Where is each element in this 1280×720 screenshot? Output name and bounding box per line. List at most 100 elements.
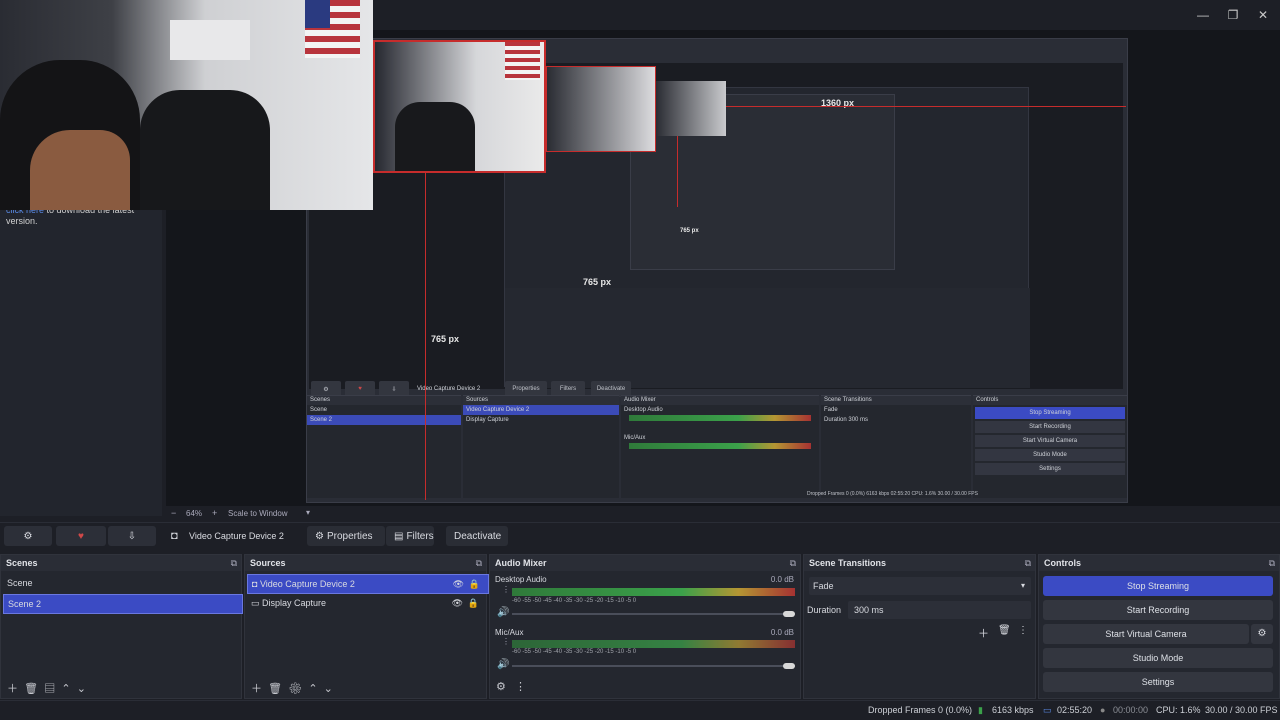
dropped-frames: Dropped Frames 0 (0.0%) bbox=[868, 705, 973, 715]
popout-icon[interactable]: ⧉ bbox=[476, 555, 482, 571]
kebab-icon[interactable]: ⋮ bbox=[502, 637, 510, 646]
properties-button[interactable]: ⚙ Properties bbox=[307, 526, 385, 546]
filter-icon: ▤ bbox=[394, 530, 404, 542]
controls-title: Controls bbox=[1039, 555, 1279, 571]
stream-time: 02:55:20 bbox=[1057, 705, 1093, 715]
source-item-display-capture[interactable]: ▭ Display Capture 👁 🔒 bbox=[247, 594, 487, 612]
down-icon[interactable]: ⌄ bbox=[324, 683, 333, 695]
duration-input[interactable]: 300 ms bbox=[848, 601, 1031, 619]
webcam-overlay bbox=[0, 0, 373, 210]
scene-item[interactable]: Scene bbox=[3, 574, 241, 592]
trash-icon[interactable]: 🗑 bbox=[998, 625, 1011, 636]
deactivate-label: Deactivate bbox=[454, 530, 502, 542]
source-label: Video Capture Device 2 bbox=[259, 579, 355, 589]
webcam-thumbnail-3 bbox=[656, 81, 726, 136]
scale-dropdown-icon[interactable]: ▾ bbox=[306, 508, 310, 517]
popout-icon[interactable]: ⧉ bbox=[231, 555, 237, 571]
up-icon[interactable]: ⌃ bbox=[308, 683, 317, 695]
down-icon[interactable]: ⌄ bbox=[77, 683, 86, 695]
cpu-usage: CPU: 1.6% bbox=[1156, 705, 1201, 715]
zoom-out-button[interactable]: − bbox=[171, 508, 176, 518]
nested-sources-dock: Sources Video Capture Device 2 Display C… bbox=[463, 395, 619, 498]
lock-icon[interactable]: 🔒 bbox=[469, 575, 480, 593]
zoom-level: 64% bbox=[186, 509, 203, 518]
kebab-icon[interactable]: ⋮ bbox=[515, 681, 526, 693]
channel-db: 0.0 dB bbox=[770, 628, 794, 637]
duration-label: Duration bbox=[807, 605, 842, 615]
volume-slider-knob[interactable] bbox=[783, 663, 795, 669]
speaker-icon[interactable]: 🔊 bbox=[497, 659, 509, 670]
start-recording-button[interactable]: Start Recording bbox=[1043, 600, 1273, 620]
deactivate-button[interactable]: Deactivate bbox=[446, 526, 508, 546]
speaker-icon[interactable]: 🔊 bbox=[497, 607, 509, 618]
nested-px-label-left: 765 px bbox=[431, 334, 460, 344]
eye-icon[interactable]: 👁 bbox=[452, 594, 463, 612]
webcam-thumbnail-2 bbox=[546, 66, 656, 152]
meter-ticks: -60 -55 -50 -45 -40 -35 -30 -25 -20 -15 … bbox=[512, 598, 637, 604]
add-icon[interactable]: ＋ bbox=[251, 683, 262, 695]
chevron-down-icon: ▾ bbox=[1020, 581, 1025, 590]
add-icon[interactable]: ＋ bbox=[978, 625, 989, 641]
volume-meter bbox=[512, 588, 795, 596]
start-virtual-camera-button[interactable]: Start Virtual Camera bbox=[1043, 624, 1249, 644]
gear-button[interactable]: ⚙ bbox=[4, 526, 52, 546]
eye-icon[interactable]: 👁 bbox=[453, 575, 464, 593]
camera-icon: ◘ bbox=[252, 579, 258, 589]
rec-time: 00:00:00 bbox=[1113, 705, 1149, 715]
nested-mixer-dock: Audio Mixer Desktop Audio Mic/Aux bbox=[621, 395, 819, 498]
sources-title: Sources bbox=[245, 555, 486, 571]
up-icon[interactable]: ⌃ bbox=[61, 683, 70, 695]
nested-transitions-dock: Scene Transitions Fade Duration 300 ms bbox=[821, 395, 971, 498]
trash-icon[interactable]: 🗑 bbox=[268, 683, 282, 695]
lock-icon[interactable]: 🔒 bbox=[468, 594, 479, 612]
maximize-icon[interactable]: ❐ bbox=[1216, 0, 1250, 30]
scale-to-window[interactable]: Scale to Window bbox=[228, 509, 288, 518]
gear-icon[interactable]: ⚙ bbox=[288, 683, 302, 695]
add-icon[interactable]: ＋ bbox=[7, 683, 18, 695]
gear-icon: ⚙ bbox=[1257, 628, 1267, 639]
gear-small-icon: ⚙ bbox=[315, 530, 324, 542]
transition-select[interactable]: Fade ▾ bbox=[809, 577, 1031, 595]
close-icon[interactable]: ✕ bbox=[1246, 0, 1280, 30]
transitions-title: Scene Transitions bbox=[804, 555, 1035, 571]
stop-streaming-button[interactable]: Stop Streaming bbox=[1043, 576, 1273, 596]
heart-button[interactable]: ♥ bbox=[56, 526, 106, 546]
controls-dock: Controls ⧉ Stop Streaming Start Recordin… bbox=[1038, 554, 1280, 699]
zoom-in-button[interactable]: + bbox=[212, 508, 217, 518]
filters-label: Filters bbox=[406, 530, 434, 542]
source-name-label: Video Capture Device 2 bbox=[189, 531, 284, 541]
kebab-icon[interactable]: ⋮ bbox=[1018, 625, 1028, 636]
nested-scenes-dock: Scenes Scene Scene 2 bbox=[307, 395, 461, 498]
volume-slider[interactable] bbox=[512, 665, 795, 667]
filter-icon[interactable]: ▤ bbox=[44, 683, 55, 695]
nested-px-label-inner2: 765 px bbox=[680, 228, 699, 234]
volume-slider-knob[interactable] bbox=[783, 611, 795, 617]
minimize-icon[interactable]: — bbox=[1186, 0, 1220, 30]
scene-item-selected[interactable]: Scene 2 bbox=[3, 594, 243, 614]
virtual-camera-settings-button[interactable]: ⚙ bbox=[1251, 624, 1273, 644]
scenes-dock: Scenes ⧉ Scene Scene 2 ＋ 🗑 ▤ ⌃ ⌄ bbox=[0, 554, 243, 699]
volume-slider[interactable] bbox=[512, 613, 795, 615]
popout-icon[interactable]: ⧉ bbox=[1269, 555, 1275, 571]
gear-icon[interactable]: ⚙ bbox=[496, 681, 506, 693]
link-button[interactable]: ⇩ bbox=[108, 526, 156, 546]
chair-image bbox=[140, 90, 270, 210]
settings-button[interactable]: Settings bbox=[1043, 672, 1273, 692]
popout-icon[interactable]: ⧉ bbox=[790, 555, 796, 571]
source-label: Display Capture bbox=[262, 598, 327, 608]
nested-status: Dropped Frames 0 (0.0%) 6163 kbps 02:55:… bbox=[807, 491, 978, 497]
kebab-icon[interactable]: ⋮ bbox=[502, 585, 510, 594]
meter-ticks: -60 -55 -50 -45 -40 -35 -30 -25 -20 -15 … bbox=[512, 649, 637, 655]
studio-mode-button[interactable]: Studio Mode bbox=[1043, 648, 1273, 668]
heart-icon: ♥ bbox=[78, 530, 84, 542]
scene-transitions-dock: Scene Transitions ⧉ Fade ▾ Duration 300 … bbox=[803, 554, 1036, 699]
signal-icon: ▮ bbox=[978, 705, 983, 715]
duration-value: 300 ms bbox=[854, 605, 884, 615]
source-item-video-capture[interactable]: ◘ Video Capture Device 2 👁 🔒 bbox=[247, 574, 489, 594]
trash-icon[interactable]: 🗑 bbox=[24, 683, 38, 695]
popout-icon[interactable]: ⧉ bbox=[1025, 555, 1031, 571]
gear-icon: ⚙ bbox=[23, 530, 33, 542]
channel-name: Mic/Aux bbox=[495, 628, 524, 637]
channel-name: Desktop Audio bbox=[495, 575, 547, 584]
filters-button[interactable]: ▤ Filters bbox=[386, 526, 434, 546]
